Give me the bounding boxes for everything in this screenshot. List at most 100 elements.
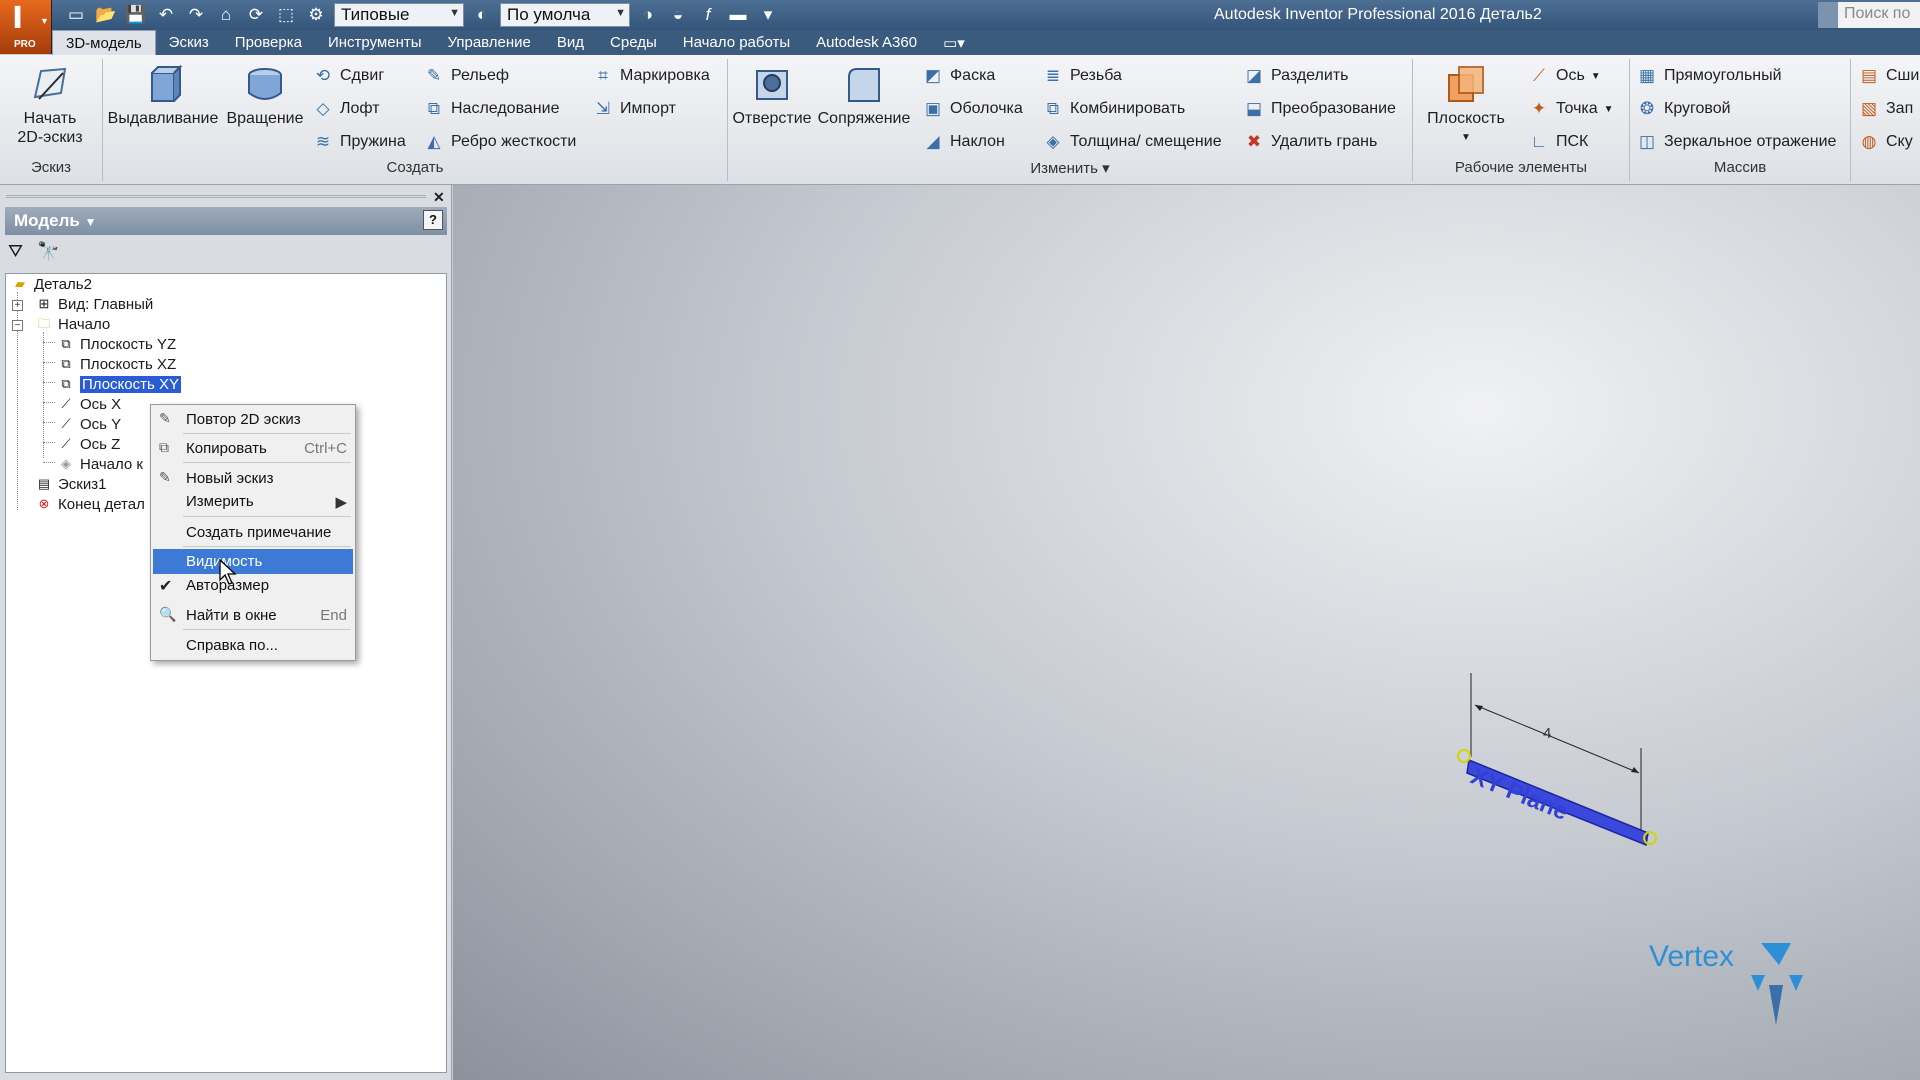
menu-item-auto-resize[interactable]: ✔ Авторазмер [153,573,353,598]
mark-button[interactable]: ⌗ Маркировка [592,65,710,87]
tree-item-axis-z[interactable]: ⟋ Ось Z [56,435,120,453]
redo-icon[interactable]: ↷ [184,5,208,25]
draft-button[interactable]: ◢ Наклон [922,131,1004,153]
tab-manage[interactable]: Управление [435,30,544,55]
tab-get-started[interactable]: Начало работы [670,30,803,55]
shell-button[interactable]: ▣ Оболочка [922,98,1023,120]
loft-button[interactable]: ◇ Лофт [312,98,379,120]
new-file-icon[interactable]: ▭ [64,5,88,25]
filter-icon[interactable]: ⛛ [8,241,23,262]
save-icon[interactable]: 💾 [124,5,148,25]
tab-tools[interactable]: Инструменты [315,30,435,55]
chevron-down-icon: ▾ [1102,160,1110,177]
menu-item-new-sketch[interactable]: ✎ Новый эскиз [153,466,353,491]
derive-button[interactable]: ⧉ Наследование [423,98,560,120]
appearance-icon[interactable]: ◐ [470,5,494,25]
point-button[interactable]: ✦ Точка ▼ [1528,98,1614,120]
tab-3d-model[interactable]: 3D-модель [52,30,156,55]
app-menu-button[interactable]: I ▼ PRO [0,0,52,54]
menu-item-help[interactable]: Справка по... [153,633,353,658]
menu-item-copy[interactable]: ⧉ Копировать Ctrl+C [153,436,353,461]
rib-icon: ◭ [427,132,441,151]
combine-button[interactable]: ⧉ Комбинировать [1042,98,1185,120]
tree-item-plane-xy[interactable]: ⧉ Плоскость XY [56,375,181,393]
mirror-button[interactable]: ◫ Зеркальное отражение [1636,131,1836,153]
menu-separator [183,546,351,547]
delete-face-button[interactable]: ✖ Удалить грань [1243,131,1377,153]
measure-icon[interactable]: ▬ [726,5,750,25]
material-combo[interactable]: Типовые ▼ [334,3,464,27]
tab-environments[interactable]: Среды [597,30,670,55]
chamfer-button[interactable]: ◩ Фаска [922,65,995,87]
hole-button[interactable]: Отверстие [732,63,812,128]
appearance-combo[interactable]: По умолча ▼ [500,3,630,27]
tree-item-part[interactable]: ▰ Деталь2 [10,275,92,293]
tab-inspect[interactable]: Проверка [222,30,315,55]
select-icon[interactable]: ⬚ [274,5,298,25]
function-icon[interactable]: f [696,5,720,25]
sculpt-button[interactable]: ◍ Ску [1858,131,1913,153]
panel-grip[interactable] [6,195,426,198]
start-sketch-button[interactable]: Начать 2D-эскиз [10,63,90,147]
help-icon[interactable]: ? [423,210,443,230]
panel-options-icon[interactable]: ▭▾ [930,30,978,55]
split-button[interactable]: ◪ Разделить [1243,65,1349,87]
adjust-icon[interactable]: ◒ [666,5,690,25]
revolve-button[interactable]: Вращение [222,63,308,128]
folder-icon: 🗀 [37,316,51,331]
tab-a360[interactable]: Autodesk A360 [803,30,930,55]
extrude-button[interactable]: Выдавливание [108,63,218,128]
customize-icon[interactable]: ▾ [756,5,780,25]
axis-button[interactable]: ⟋ Ось ▼ [1528,65,1601,87]
home-icon[interactable]: ⌂ [214,5,238,25]
settings-icon[interactable]: ⚙ [304,5,328,25]
tab-view[interactable]: Вид [544,30,597,55]
grip-handle[interactable] [1457,749,1471,763]
tab-sketch[interactable]: Эскиз [156,30,222,55]
browser-header[interactable]: Модель ▼ ? [5,207,447,235]
direct-edit-button[interactable]: ⬓ Преобразование [1243,98,1396,120]
coil-button[interactable]: ≋ Пружина [312,131,406,153]
menu-item-measure[interactable]: Измерить ▶ [153,489,353,514]
tree-item-plane-yz[interactable]: ⧉ Плоскость YZ [56,335,176,353]
tree-item-sketch1[interactable]: ▤ Эскиз1 [34,475,107,493]
rectangular-pattern-button[interactable]: ▦ Прямоугольный [1636,65,1782,87]
chevron-down-icon: ▼ [40,16,49,26]
tree-item-axis-y[interactable]: ⟋ Ось Y [56,415,121,433]
sweep-button[interactable]: ⟲ Сдвиг [312,65,384,87]
emboss-button[interactable]: ✎ Рельеф [423,65,509,87]
close-icon[interactable]: ✕ [433,189,445,206]
fillet-button[interactable]: Сопряжение [814,63,914,128]
loft-icon: ◇ [316,99,330,118]
ucs-button[interactable]: ∟ ПСК [1528,131,1589,153]
tree-item-view[interactable]: ⊞ Вид: Главный [34,295,154,313]
open-icon[interactable]: 📂 [94,5,118,25]
menu-item-find-in-window[interactable]: 🔍 Найти в окне End [153,603,353,628]
thread-button[interactable]: ≣ Резьба [1042,65,1122,87]
tree-item-axis-x[interactable]: ⟋ Ось X [56,395,121,413]
expand-icon[interactable]: + [12,300,23,311]
tree-item-end-of-part[interactable]: ⊗ Конец детал [34,495,145,513]
menu-item-visibility[interactable]: Видимость [153,549,353,574]
search-input[interactable]: Поиск по [1818,2,1920,28]
circular-pattern-button[interactable]: ❂ Круговой [1636,98,1731,120]
import-button[interactable]: ⇲ Импорт [592,98,676,120]
patch-label: Зап [1886,100,1914,117]
panel-label-modify[interactable]: Изменить ▾ [728,159,1412,181]
clear-appearance-icon[interactable]: ◑ [636,5,660,25]
undo-icon[interactable]: ↶ [154,5,178,25]
plane-button[interactable]: Плоскость ▼ [1418,63,1514,147]
xy-plane[interactable]: 4 XY Plane [1457,673,1657,847]
collapse-icon[interactable]: − [12,320,23,331]
find-icon[interactable]: 🔭 [37,241,59,262]
update-icon[interactable]: ⟳ [244,5,268,25]
stitch-button[interactable]: ▤ Сши [1858,65,1919,87]
rib-button[interactable]: ◭ Ребро жесткости [423,131,576,153]
menu-item-repeat-sketch[interactable]: ✎ Повтор 2D эскиз [153,407,353,432]
tree-item-origin[interactable]: 🗀 Начало [34,315,110,333]
menu-item-create-note[interactable]: Создать примечание [153,520,353,545]
tree-item-plane-xz[interactable]: ⧉ Плоскость XZ [56,355,176,373]
patch-button[interactable]: ▧ Зап [1858,98,1913,120]
tree-item-center-point[interactable]: ◈ Начало к [56,455,143,473]
thicken-button[interactable]: ◈ Толщина/ смещение [1042,131,1221,153]
